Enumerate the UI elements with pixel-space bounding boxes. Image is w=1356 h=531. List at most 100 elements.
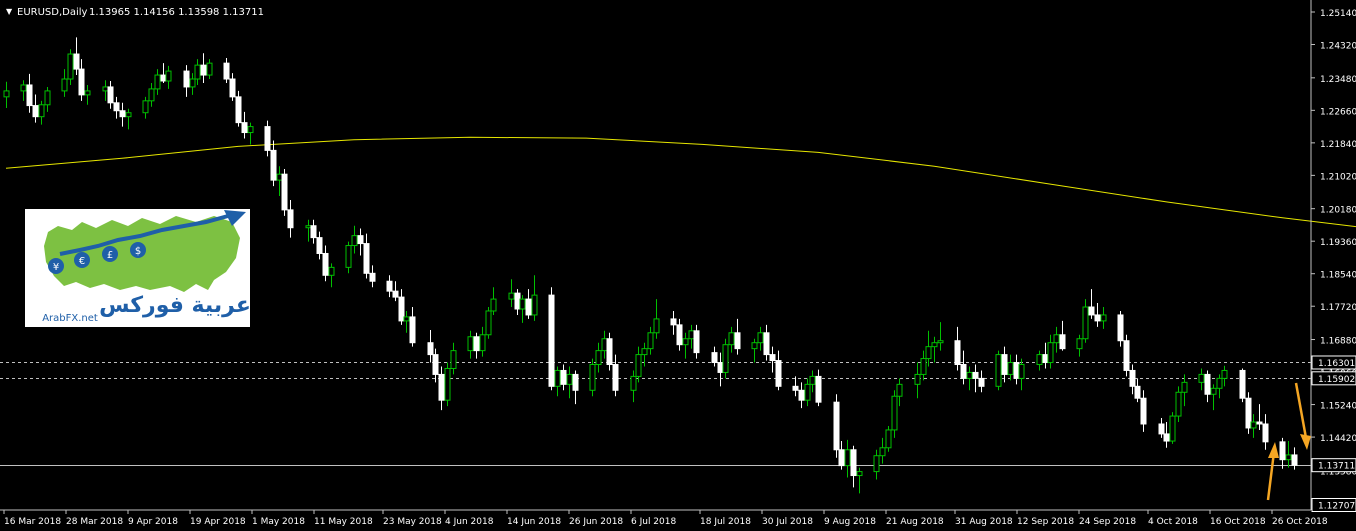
candle-body	[972, 371, 979, 379]
time-tick-label: 11 May 2018	[314, 517, 373, 527]
time-tick-label: 12 Sep 2018	[1017, 517, 1074, 527]
candle-body	[1123, 340, 1130, 371]
time-tick-label: 16 Oct 2018	[1210, 517, 1266, 527]
candle-body	[84, 90, 91, 96]
candle	[1123, 334, 1130, 377]
candle-body	[67, 53, 74, 80]
time-tick-label: 4 Oct 2018	[1148, 517, 1198, 527]
candle-body	[26, 84, 33, 107]
candle-body	[1158, 423, 1165, 435]
candle-body	[531, 294, 538, 316]
candle-body	[1204, 373, 1211, 395]
candle-body	[850, 449, 857, 477]
candle-body	[1088, 306, 1095, 316]
candle-body	[572, 373, 579, 391]
candle-body	[125, 112, 132, 118]
candle-body	[1100, 314, 1107, 322]
candle-body	[1216, 377, 1223, 389]
price-tick-label: 1.22660	[1320, 107, 1356, 117]
candle-body	[1140, 397, 1147, 425]
candle-body	[856, 471, 863, 477]
candle-body	[728, 332, 735, 346]
candle-body	[148, 88, 155, 102]
candle-body	[844, 449, 851, 467]
candle	[444, 362, 451, 407]
price-tick-label: 1.15240	[1320, 402, 1356, 412]
candle-body	[241, 122, 248, 134]
candle-body	[931, 342, 938, 348]
price-tag-current: 1.13711	[1311, 458, 1356, 473]
candle-body	[682, 338, 689, 346]
time-tick-label: 26 Jun 2018	[569, 517, 623, 527]
candle	[1245, 392, 1252, 434]
candle	[485, 307, 492, 339]
candle	[722, 338, 729, 379]
candle-body	[229, 78, 236, 98]
price-tick-label: 1.18540	[1320, 271, 1356, 281]
time-tick-label: 6 Jul 2018	[631, 517, 676, 527]
candle-body	[1134, 385, 1141, 399]
candle-body	[61, 78, 68, 92]
candle-body	[206, 62, 213, 76]
candle	[995, 350, 1002, 391]
candle-body	[635, 354, 642, 377]
price-tag-label: 1.13711	[1318, 462, 1355, 472]
candle-body	[189, 78, 196, 88]
candle-body	[113, 102, 120, 112]
candle-body	[896, 383, 903, 397]
price-tick-label: 1.19360	[1320, 238, 1356, 248]
time-tick-label: 9 Apr 2018	[128, 517, 178, 527]
price-chart[interactable]: ABCD 1.251401.243201.234801.226601.21840…	[0, 0, 1356, 531]
dollar-symbol: $	[135, 246, 141, 257]
candle-body	[734, 332, 741, 350]
candle-body	[328, 266, 335, 276]
candle-body	[809, 375, 816, 385]
candle-body	[891, 395, 898, 431]
candle-body	[119, 110, 126, 118]
candle-body	[78, 68, 85, 96]
candle-body	[386, 280, 393, 292]
candle-body	[1059, 334, 1066, 350]
candle-body	[490, 298, 497, 312]
time-tick-label: 23 May 2018	[383, 517, 442, 527]
candle-body	[409, 316, 416, 344]
candle-body	[38, 104, 45, 118]
candle	[281, 169, 288, 216]
candle-body	[560, 369, 567, 385]
candle-body	[351, 235, 358, 247]
candle-body	[966, 371, 973, 379]
candle-body	[369, 272, 376, 282]
pound-symbol: £	[107, 250, 113, 261]
candle-body	[305, 225, 312, 229]
candle-body	[1117, 314, 1124, 342]
candle-body	[1094, 314, 1101, 322]
time-tick-label: 30 Jul 2018	[762, 517, 813, 527]
candle-body	[102, 86, 109, 92]
menu-arrow-icon[interactable]: ▼	[6, 7, 13, 16]
candle-body	[566, 373, 573, 385]
candle-body	[519, 298, 526, 310]
candle-body	[1013, 362, 1020, 379]
price-tick-label: 1.25140	[1320, 9, 1356, 19]
candle-body	[769, 354, 776, 362]
candle-body	[1256, 421, 1263, 425]
time-tick-label: 18 Jul 2018	[700, 517, 751, 527]
candle-body	[392, 290, 399, 298]
candle-body	[160, 74, 167, 82]
price-tick-label: 1.20180	[1320, 206, 1356, 216]
time-tick-label: 4 Jun 2018	[445, 517, 494, 527]
candle-body	[485, 310, 492, 336]
candle-body	[589, 364, 596, 391]
candle-body	[73, 53, 80, 70]
candle-body	[322, 252, 329, 276]
candle-body	[763, 332, 770, 356]
candle-body	[925, 346, 932, 360]
candle-body	[1210, 387, 1217, 395]
candle-body	[601, 338, 608, 352]
candle-body	[200, 64, 207, 76]
candle-body	[403, 316, 410, 322]
candle-body	[438, 373, 445, 401]
candle-body	[670, 318, 677, 326]
yen-symbol: ¥	[53, 262, 59, 273]
candle-body	[676, 324, 683, 346]
